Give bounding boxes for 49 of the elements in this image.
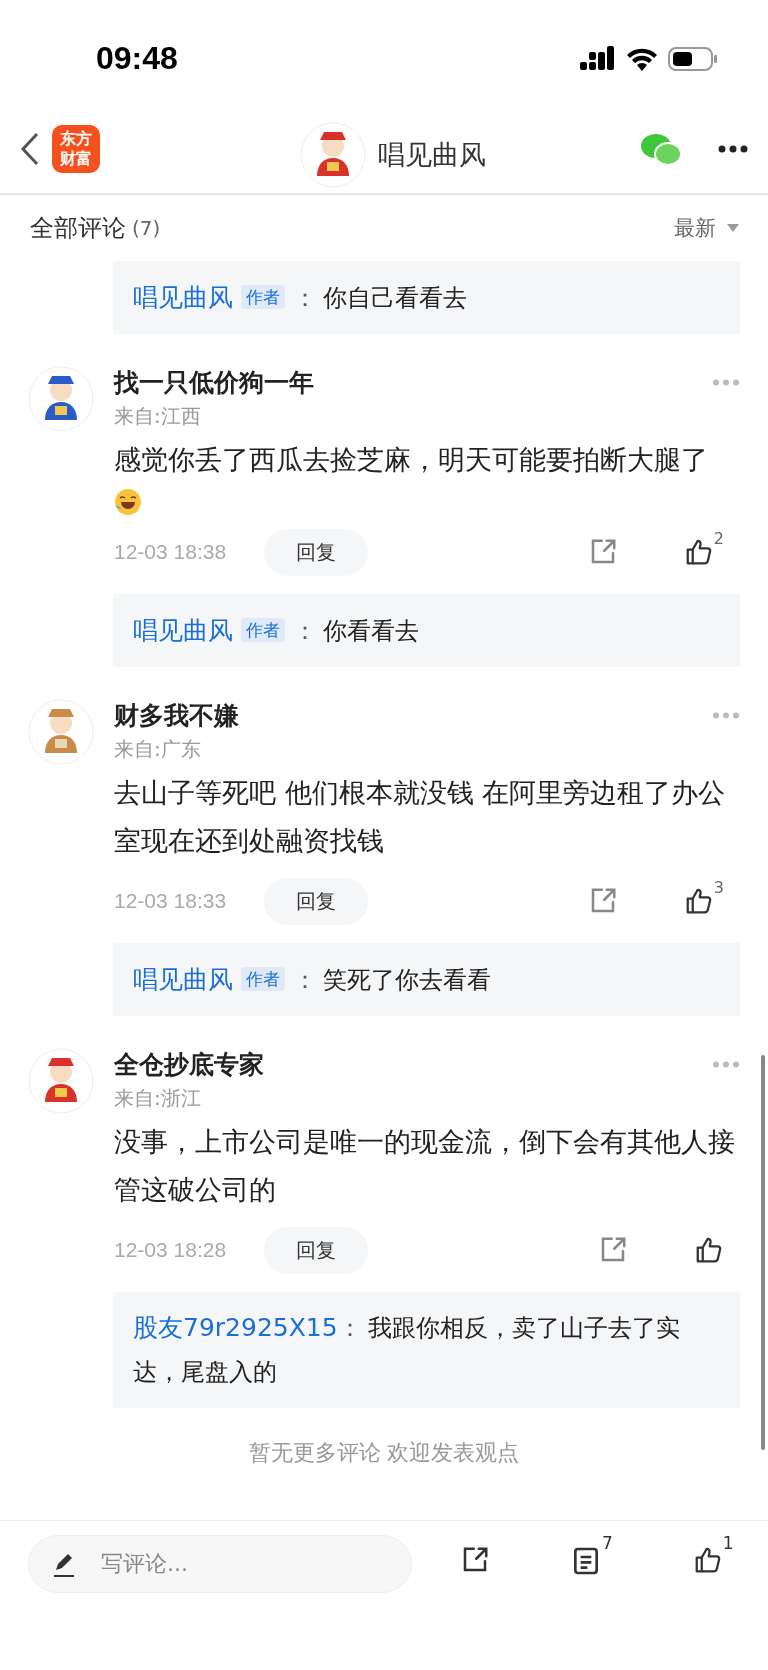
section-title: 全部评论 [30,213,126,244]
author-link[interactable]: 股友79r2925X15 [133,1313,338,1342]
like-count: 2 [713,529,724,548]
reply-button[interactable]: 回复 [264,1226,368,1274]
author-link[interactable]: 唱见曲风 [133,965,233,994]
like-count: 1 [722,1533,734,1553]
signal-icon [580,45,616,72]
reply-text: 唱见曲风 $^{作者}$ ： 你自己看看去 [133,282,468,314]
comment-time: 12-03 18:28 [114,1238,228,1262]
avatar-icon[interactable] [28,1048,94,1114]
end-note: 暂无更多评论 欢迎发表观点 [247,1439,521,1467]
comment-text: 没事，上市公司是唯一的现金流，倒下会有其他人接管这破公司的 [114,1125,736,1207]
avatar-icon[interactable] [300,122,366,188]
app-logo[interactable]: 东方 财富 [52,125,100,173]
comment-text: 去山子等死吧 他们根本就没钱 在阿里旁边租了办公室现在还到处融资找钱 [114,776,727,858]
user-name[interactable]: 全仓抄底专家 [114,1048,264,1081]
comment-time: 12-03 18:38 [114,540,228,564]
reply-button[interactable]: 回复 [264,877,368,925]
caret-icon[interactable] [726,223,740,233]
comment-text: 感觉你丢了西瓜去捡芝麻，明天可能要拍断大腿了 [114,443,709,477]
avatar-icon[interactable] [28,699,94,765]
wifi-icon [626,46,658,71]
avatar-icon[interactable] [28,366,94,432]
battery-icon [668,45,718,72]
user-location: 来自:浙江 [114,1085,202,1112]
like-count: 3 [713,878,724,897]
sort-dropdown[interactable]: 最新 [674,214,716,242]
author-badge: 作者 [241,285,285,309]
comment-count: (7) [132,216,161,240]
user-location: 来自:广东 [114,736,202,763]
reply-text: 股友79r2925X15： 我跟你相反，卖了山子去了实达，尾盘入的 [133,1312,681,1388]
comment-time: 12-03 18:33 [114,889,228,913]
author-link[interactable]: 唱见曲风 [133,616,233,645]
like-icon[interactable] [694,1235,724,1265]
reply-text: 唱见曲风 $^{作者}$ ： 你看看去 [133,615,420,647]
user-location: 来自:江西 [114,403,202,430]
user-name[interactable]: 财多我不嫌 [114,699,239,732]
user-name[interactable]: 找一只低价狗一年 [114,366,314,399]
author-link[interactable]: 唱见曲风 [133,283,233,312]
author-badge: 作者 [241,618,285,642]
page-title: 唱见曲风 [378,138,486,172]
status-time: 09:48 [96,40,178,77]
comment-input[interactable]: 写评论... [28,1535,412,1593]
more-icon[interactable] [718,145,748,153]
author-badge: 作者 [241,967,285,991]
reply-text: 唱见曲风 $^{作者}$ ： 笑死了你去看看 [133,964,492,996]
reply-button[interactable]: 回复 [264,528,368,576]
comments-count: 7 [602,1533,613,1553]
back-icon[interactable] [20,132,40,166]
